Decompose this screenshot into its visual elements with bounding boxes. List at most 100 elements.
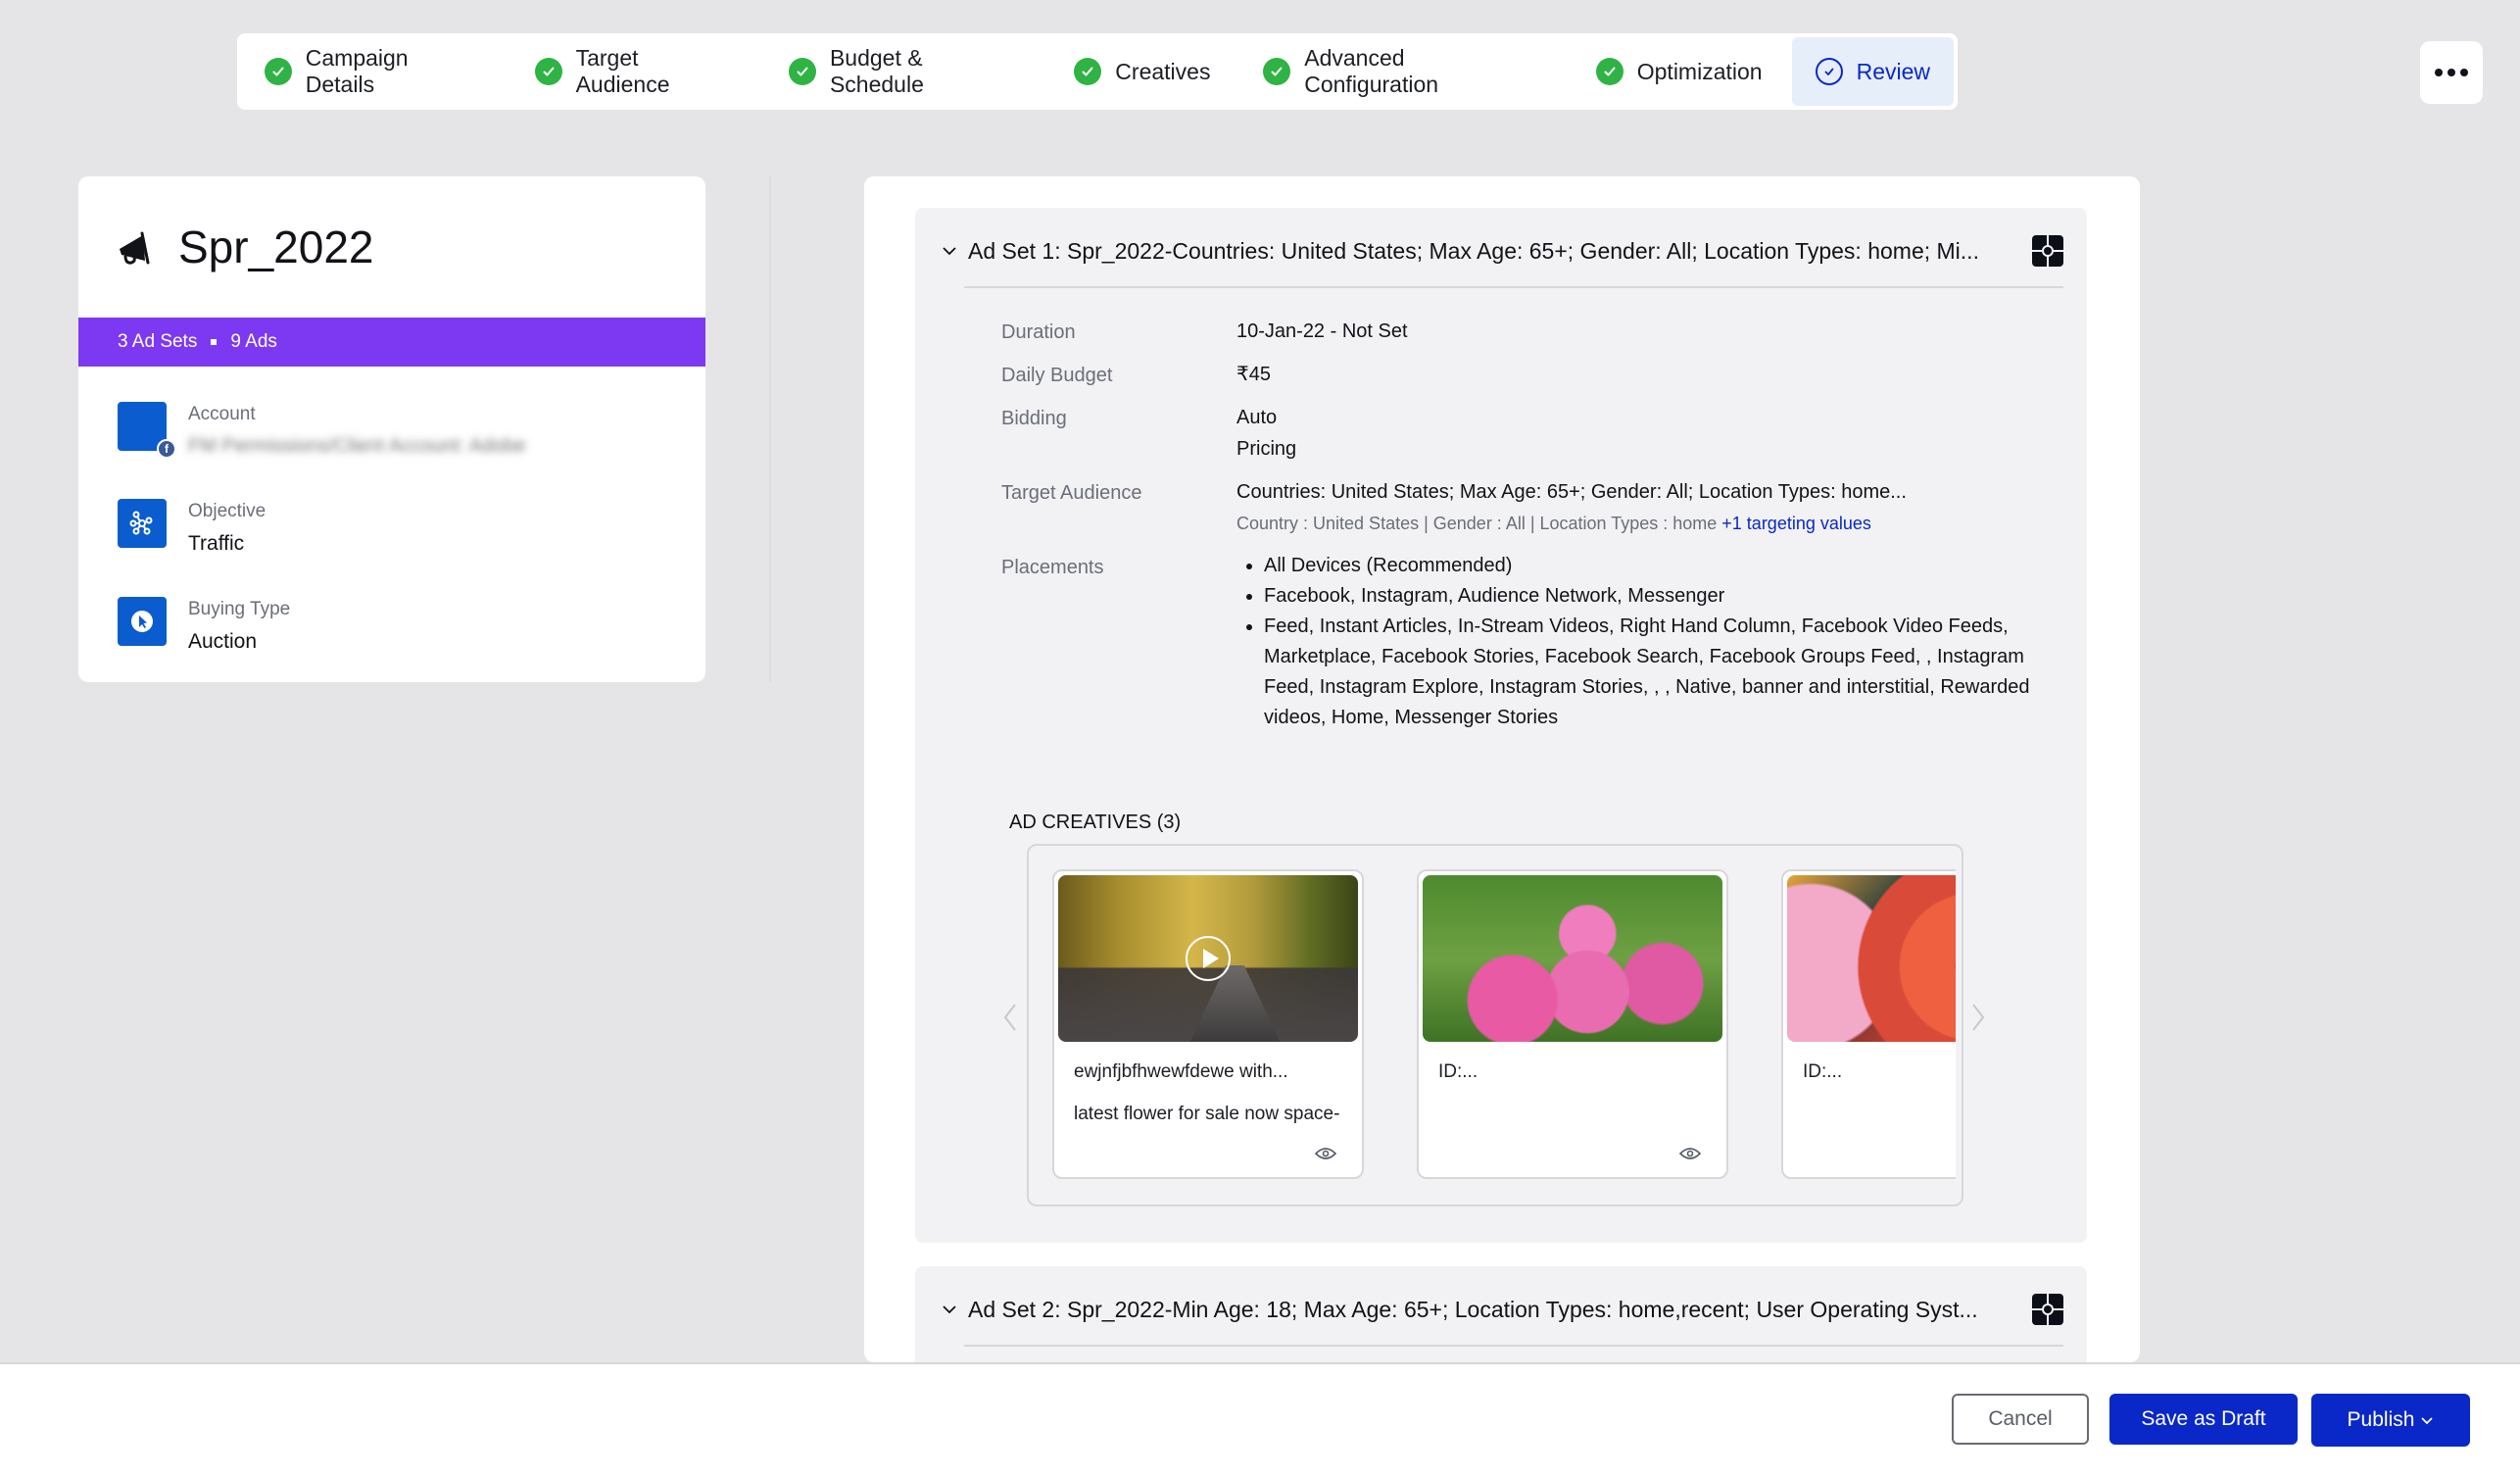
publish-button[interactable]: Publish [2311, 1394, 2470, 1447]
objective-row: Objective Traffic [78, 499, 705, 556]
adset-1-header[interactable]: Ad Set 1: Spr_2022-Countries: United Sta… [915, 208, 2087, 294]
ellipsis-dot [2460, 69, 2468, 76]
creative-thumbnail [1058, 875, 1358, 1042]
review-panel: Ad Set 1: Spr_2022-Countries: United Sta… [864, 176, 2140, 1362]
separator-dot [211, 339, 218, 345]
account-value: FM Permissions/Client Account: Adobe [188, 435, 526, 457]
target-audience-value: Countries: United States; Max Age: 65+; … [1236, 481, 1907, 503]
play-icon[interactable] [1186, 936, 1231, 981]
duration-row: Duration 10-Jan-22 - Not Set [1001, 320, 2087, 347]
buying-type-label: Buying Type [188, 599, 291, 619]
creative-card[interactable]: ID:... [1781, 869, 1956, 1179]
bidding-label: Bidding [1001, 408, 1067, 429]
cancel-button[interactable]: Cancel [1952, 1394, 2089, 1445]
cursor-click-icon [118, 597, 167, 646]
check-circle-icon [1595, 58, 1623, 85]
save-as-draft-button[interactable]: Save as Draft [2109, 1394, 2298, 1445]
creative-title: ID:... [1438, 1061, 1478, 1082]
target-audience-summary: Country : United States | Gender : All |… [1236, 514, 1722, 533]
adset-2-header[interactable]: Ad Set 2: Spr_2022-Min Age: 18; Max Age:… [915, 1266, 2087, 1353]
daily-budget-label: Daily Budget [1001, 365, 1113, 386]
wizard-stepper: Campaign Details Target Audience Budget … [237, 33, 1958, 110]
step-label: Advanced Configuration [1304, 45, 1439, 97]
bidding-row: Bidding Auto Pricing [1001, 407, 2087, 465]
eye-icon[interactable] [1679, 1146, 1701, 1161]
bidding-strategy: Pricing [1236, 438, 1297, 460]
traffic-objective-icon [118, 499, 167, 548]
ad-creatives-title: AD CREATIVES (3) [1009, 812, 1182, 833]
step-review[interactable]: Review [1791, 37, 1954, 106]
check-circle-icon [1074, 58, 1102, 85]
step-creatives[interactable]: Creatives [1074, 37, 1210, 106]
step-budget-schedule[interactable]: Budget & Schedule [789, 37, 1021, 106]
step-label: Optimization [1636, 58, 1763, 84]
creative-thumbnail [1787, 875, 1956, 1042]
facebook-channel-icon [2032, 235, 2063, 267]
avatar: f [118, 402, 176, 459]
chevron-down-icon[interactable] [939, 1299, 960, 1320]
creative-title: ewjnfjbfhwewfdewe with... [1074, 1061, 1288, 1082]
objective-label: Objective [188, 501, 267, 521]
step-advanced-configuration[interactable]: Advanced Configuration [1263, 37, 1542, 106]
ad-sets-count: 3 Ad Sets [118, 331, 198, 352]
placements-row: Placements All Devices (Recommended) Fac… [1001, 555, 2087, 733]
more-options-button[interactable] [2420, 41, 2483, 104]
step-label: Target Audience [575, 45, 670, 97]
publish-label: Publish [2347, 1408, 2415, 1431]
megaphone-icon [120, 231, 150, 265]
footer-bar: Cancel Save as Draft Publish [0, 1362, 2520, 1476]
vertical-divider [769, 176, 771, 682]
step-label: Campaign Details [305, 45, 409, 97]
target-audience-row: Target Audience Countries: United States… [1001, 481, 2087, 539]
creative-card[interactable]: ID:... [1417, 869, 1728, 1179]
creatives-carousel: ewjnfjbfhwewfdewe with... latest flower … [1003, 844, 1985, 1206]
placements-label: Placements [1001, 557, 1104, 578]
daily-budget-value: ₹45 [1236, 364, 1271, 385]
carousel-next-icon[interactable] [1969, 1003, 1987, 1032]
chevron-down-icon [2421, 1417, 2434, 1425]
facebook-channel-icon [2032, 1294, 2063, 1325]
check-circle-icon [1263, 58, 1291, 85]
objective-value: Traffic [188, 532, 245, 555]
step-label: Budget & Schedule [829, 45, 924, 97]
placement-item: Feed, Instant Articles, In-Stream Videos… [1264, 612, 2052, 733]
creative-title: ID:... [1803, 1061, 1843, 1082]
buying-type-value: Auction [188, 630, 258, 653]
step-campaign-details[interactable]: Campaign Details [265, 37, 482, 106]
creative-thumbnail [1423, 875, 1722, 1042]
check-circle-icon [534, 58, 562, 85]
buying-type-row: Buying Type Auction [78, 597, 705, 654]
placement-item: Facebook, Instagram, Audience Network, M… [1264, 581, 2052, 612]
bidding-value: Auto [1236, 407, 1278, 428]
duration-label: Duration [1001, 321, 1076, 343]
eye-icon[interactable] [1315, 1146, 1336, 1161]
step-label: Creatives [1115, 58, 1211, 84]
placement-item: All Devices (Recommended) [1264, 551, 2052, 581]
duration-value: 10-Jan-22 - Not Set [1236, 320, 1408, 342]
carousel-prev-icon[interactable] [1001, 1003, 1019, 1032]
check-circle-icon [789, 58, 816, 85]
step-optimization[interactable]: Optimization [1595, 37, 1763, 106]
check-circle-outline-icon [1815, 58, 1843, 85]
adset-2: Ad Set 2: Spr_2022-Min Age: 18; Max Age:… [915, 1266, 2087, 1362]
campaign-summary-card: Spr_2022 3 Ad Sets 9 Ads f Account FM Pe… [78, 176, 705, 682]
adset-2-title: Ad Set 2: Spr_2022-Min Age: 18; Max Age:… [968, 1296, 1978, 1322]
adset-1: Ad Set 1: Spr_2022-Countries: United Sta… [915, 208, 2087, 1243]
daily-budget-row: Daily Budget ₹45 [1001, 364, 2087, 390]
creative-card[interactable]: ewjnfjbfhwewfdewe with... latest flower … [1052, 869, 1364, 1179]
step-label: Review [1856, 58, 1930, 84]
account-row: f Account FM Permissions/Client Account:… [78, 402, 705, 459]
check-circle-icon [265, 58, 292, 85]
ellipsis-dot [2447, 69, 2455, 76]
adset-1-title: Ad Set 1: Spr_2022-Countries: United Sta… [968, 237, 1979, 264]
campaign-counts-band: 3 Ad Sets 9 Ads [78, 318, 705, 367]
campaign-name: Spr_2022 [178, 221, 374, 272]
placements-list: All Devices (Recommended) Facebook, Inst… [1248, 551, 2052, 733]
facebook-icon: f [157, 439, 176, 459]
more-targeting-link[interactable]: +1 targeting values [1721, 514, 1871, 533]
account-label: Account [188, 404, 256, 424]
step-target-audience[interactable]: Target Audience [534, 37, 736, 106]
creative-text: latest flower for sale now space- [1074, 1104, 1340, 1124]
chevron-down-icon[interactable] [939, 240, 960, 262]
ellipsis-icon [2435, 69, 2443, 76]
